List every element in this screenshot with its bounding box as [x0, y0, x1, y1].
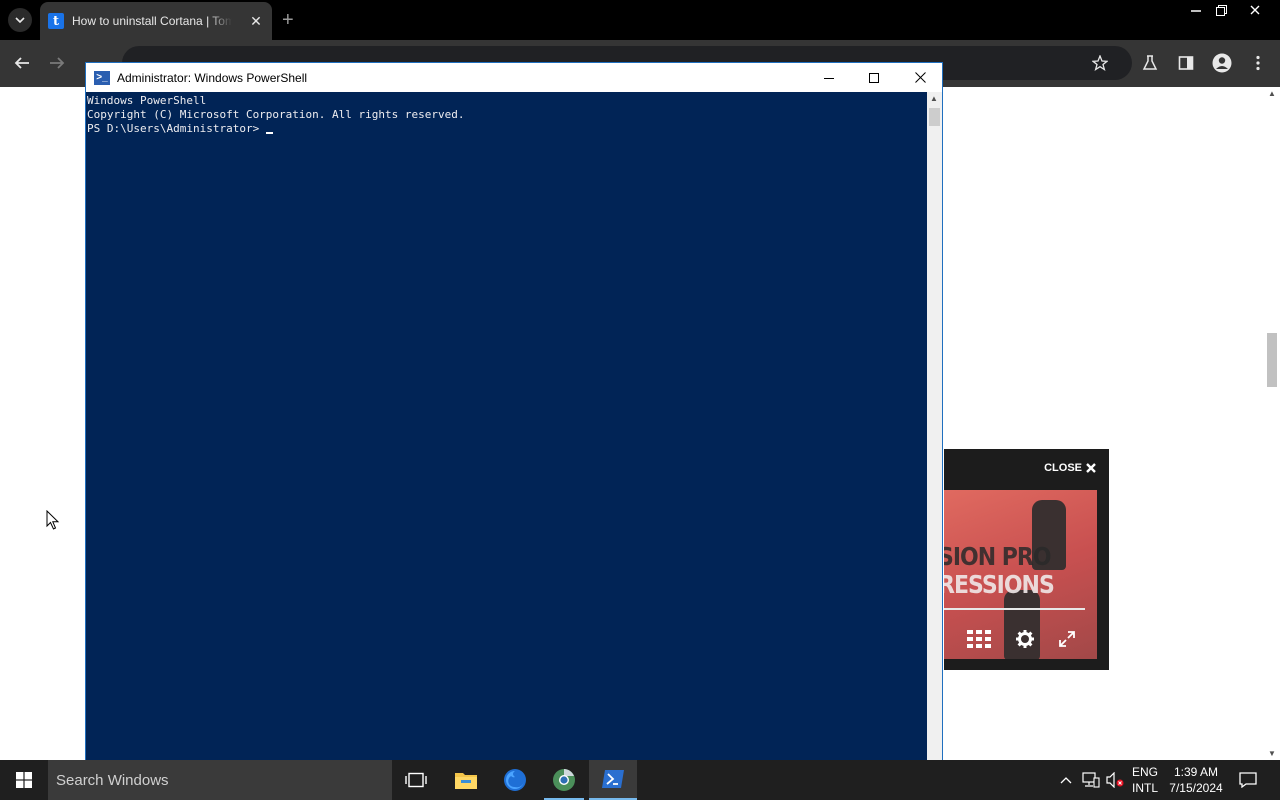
powershell-titlebar[interactable]: >_ Administrator: Windows PowerShell	[86, 63, 942, 92]
tab-close-icon[interactable]: ✕	[248, 13, 264, 30]
star-icon	[1092, 55, 1108, 71]
back-button[interactable]	[11, 52, 33, 74]
show-hidden-icons-button[interactable]	[1056, 760, 1076, 800]
powershell-icon: >_	[94, 70, 110, 85]
tomshardware-favicon-icon: t	[48, 13, 64, 29]
powershell-console[interactable]: Windows PowerShell Copyright (C) Microso…	[86, 92, 927, 763]
scroll-up-arrow-icon[interactable]: ▲	[930, 94, 938, 103]
powershell-window-title: Administrator: Windows PowerShell	[117, 70, 308, 85]
close-icon	[914, 72, 926, 83]
minimize-icon	[1191, 10, 1201, 12]
profile-button[interactable]	[1211, 52, 1233, 74]
taskbar-search-box[interactable]: Search Windows	[48, 760, 392, 800]
keyboard-layout: INTL	[1131, 781, 1158, 795]
browser-close-button[interactable]	[1240, 0, 1270, 20]
video-close-label: CLOSE	[1044, 462, 1082, 474]
chevron-up-icon	[1060, 777, 1072, 784]
flask-icon	[1142, 55, 1158, 70]
text-cursor	[265, 132, 273, 134]
browser-tab-strip: t How to uninstall Cortana | Tom's Hardw…	[0, 0, 1280, 40]
language-code: ENG	[1131, 765, 1158, 779]
console-prompt: PS D:\Users\Administrator>	[87, 122, 266, 135]
side-panel-button[interactable]	[1175, 52, 1197, 74]
folder-icon	[455, 773, 477, 789]
scroll-up-arrow-icon[interactable]: ▲	[1268, 89, 1276, 98]
network-icon	[1082, 772, 1100, 788]
taskbar-clock[interactable]: 1:39 AM 7/15/2024	[1166, 764, 1226, 796]
search-placeholder: Search Windows	[56, 771, 169, 789]
console-line: Windows PowerShell	[87, 94, 207, 107]
windows-logo-icon	[16, 772, 32, 788]
minimize-icon	[824, 77, 834, 79]
forward-arrow-icon	[50, 57, 65, 69]
side-panel-icon	[1178, 56, 1194, 70]
browser-restore-button[interactable]	[1206, 0, 1236, 20]
video-caption-line-2: RESSIONS	[944, 571, 1055, 600]
scroll-down-arrow-icon[interactable]: ▼	[1268, 749, 1276, 758]
video-progress-line	[944, 608, 1085, 610]
gear-icon[interactable]	[1015, 630, 1034, 648]
video-controls	[944, 619, 1097, 659]
mouse-pointer-icon	[46, 510, 60, 530]
restore-icon	[1215, 4, 1227, 16]
close-icon	[1250, 5, 1260, 15]
expand-icon[interactable]	[1058, 631, 1075, 647]
chrome-browser-icon	[553, 769, 575, 791]
browser-tab[interactable]: t How to uninstall Cortana | Tom's Hardw…	[40, 2, 272, 40]
close-x-icon	[1086, 463, 1096, 473]
forward-button[interactable]	[46, 52, 68, 74]
bookmark-star-button[interactable]	[1089, 52, 1111, 74]
network-button[interactable]	[1080, 760, 1102, 800]
windows-taskbar: Search Windows ENG INTL 1:39 AM 7/15/202…	[0, 760, 1280, 800]
volume-button[interactable]	[1104, 760, 1126, 800]
powershell-scrollbar[interactable]: ▲	[927, 92, 942, 763]
video-close-button[interactable]: CLOSE	[1044, 462, 1096, 474]
start-button[interactable]	[0, 760, 48, 800]
browser-menu-button[interactable]	[1247, 52, 1269, 74]
console-prompt-line[interactable]: PS D:\Users\Administrator>	[87, 122, 926, 136]
tab-title: How to uninstall Cortana | Tom's Hardwar…	[72, 14, 232, 28]
clock-date: 7/15/2024	[1169, 781, 1223, 795]
clock-time: 1:39 AM	[1173, 765, 1219, 779]
powershell-close-button[interactable]	[897, 63, 943, 92]
back-arrow-icon	[14, 57, 29, 69]
powershell-window[interactable]: >_ Administrator: Windows PowerShell Win…	[85, 62, 943, 763]
powershell-maximize-button[interactable]	[851, 63, 897, 92]
task-view-button[interactable]	[392, 760, 440, 800]
powershell-scrollbar-thumb[interactable]	[929, 108, 940, 126]
kebab-menu-icon	[1256, 55, 1260, 71]
chrome-taskbar-button[interactable]	[540, 760, 588, 800]
page-scrollbar[interactable]: ▲ ▼	[1264, 87, 1280, 760]
console-line: Copyright (C) Microsoft Corporation. All…	[87, 108, 465, 121]
notification-icon	[1239, 772, 1257, 788]
tab-search-button[interactable]	[8, 8, 32, 32]
video-ad-player[interactable]: CLOSE SION PRO RESSIONS	[944, 449, 1109, 670]
firefox-icon	[504, 769, 526, 791]
chevron-down-icon	[15, 17, 25, 23]
input-language-indicator[interactable]: ENG INTL	[1131, 764, 1159, 796]
firefox-button[interactable]	[491, 760, 539, 800]
powershell-taskbar-button[interactable]	[589, 760, 637, 800]
new-tab-button[interactable]: +	[282, 8, 294, 32]
labs-button[interactable]	[1139, 52, 1161, 74]
powershell-minimize-button[interactable]	[806, 63, 852, 92]
action-center-button[interactable]	[1234, 760, 1262, 800]
maximize-icon	[869, 72, 879, 83]
video-frame[interactable]: SION PRO RESSIONS	[944, 490, 1097, 659]
grid-icon[interactable]	[966, 630, 991, 648]
page-scrollbar-thumb[interactable]	[1267, 333, 1277, 387]
powershell-icon	[602, 770, 624, 788]
task-view-icon	[405, 772, 427, 788]
avatar-icon	[1212, 53, 1232, 73]
file-explorer-button[interactable]	[442, 760, 490, 800]
volume-muted-icon	[1106, 772, 1124, 788]
